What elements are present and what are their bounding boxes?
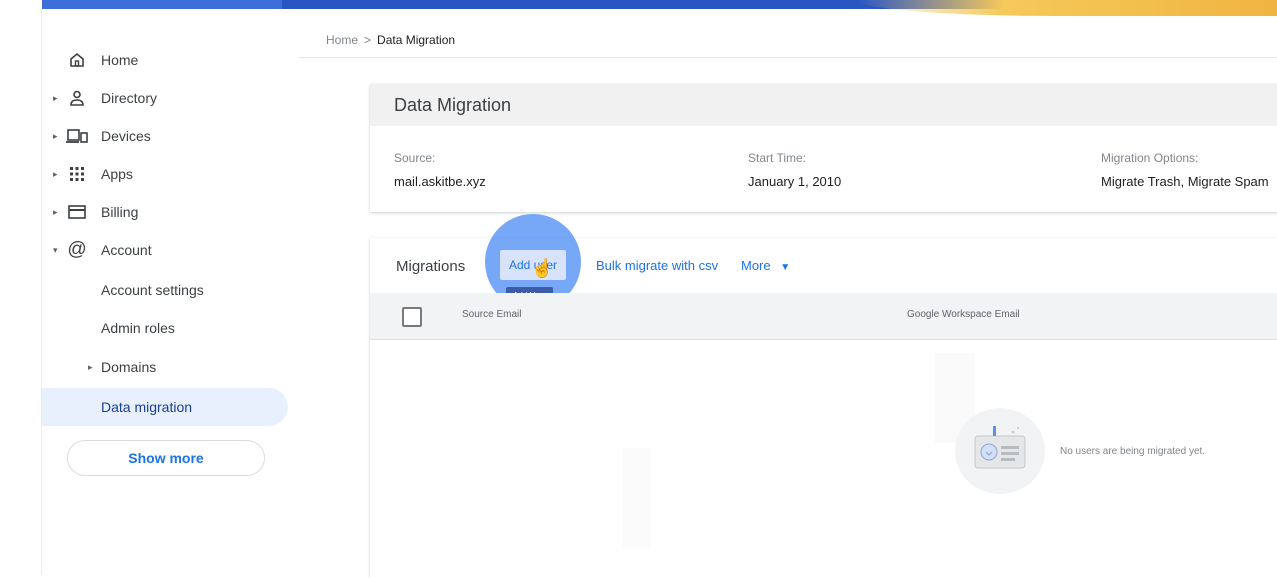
sidebar-item-label: Account bbox=[101, 242, 152, 258]
show-more-button[interactable]: Show more bbox=[67, 440, 265, 476]
source-value: mail.askitbe.xyz bbox=[394, 174, 486, 189]
table-header: Source Email Google Workspace Email bbox=[370, 293, 1277, 340]
migration-options-field: Migration Options: Migrate Trash, Migrat… bbox=[1101, 151, 1269, 189]
breadcrumb-home-link[interactable]: Home bbox=[326, 33, 358, 47]
page-title: Data Migration bbox=[370, 84, 1277, 126]
apps-grid-icon bbox=[66, 163, 88, 185]
empty-state-message: No users are being migrated yet. bbox=[1060, 446, 1206, 457]
more-label: More bbox=[741, 258, 771, 273]
migration-summary-card: Data Migration Source: mail.askitbe.xyz … bbox=[370, 84, 1277, 212]
devices-icon bbox=[66, 125, 88, 147]
breadcrumb-current: Data Migration bbox=[377, 33, 456, 47]
migration-options-value: Migrate Trash, Migrate Spam bbox=[1101, 174, 1269, 189]
sidebar-item-label: Billing bbox=[101, 204, 139, 220]
sidebar-item-billing[interactable]: ▸ Billing bbox=[42, 193, 288, 231]
sidebar-item-directory[interactable]: ▸ Directory bbox=[42, 79, 288, 117]
dropdown-arrow-icon: ▼ bbox=[780, 262, 791, 273]
start-time-value: January 1, 2010 bbox=[748, 174, 842, 189]
empty-state-illustration bbox=[955, 408, 1045, 494]
source-label: Source: bbox=[394, 151, 436, 165]
sidebar-item-label: Admin roles bbox=[101, 320, 175, 336]
top-banner-accent bbox=[857, 0, 1277, 16]
start-time-field: Start Time: January 1, 2010 bbox=[748, 151, 841, 189]
sidebar-item-label: Home bbox=[101, 52, 139, 68]
sidebar-item-data-migration[interactable]: Data migration bbox=[42, 388, 288, 426]
at-sign-icon: @ bbox=[67, 239, 87, 260]
home-icon bbox=[66, 49, 88, 71]
migration-options-label: Migration Options: bbox=[1101, 151, 1199, 165]
sidebar-item-label: Data migration bbox=[101, 399, 193, 415]
sidebar-item-devices[interactable]: ▸ Devices bbox=[42, 117, 288, 155]
sidebar-item-label: Domains bbox=[101, 359, 157, 375]
hand-cursor-icon: ☝ bbox=[531, 258, 554, 278]
expand-arrow-icon[interactable]: ▸ bbox=[88, 362, 96, 373]
expand-arrow-icon[interactable]: ▸ bbox=[53, 207, 61, 218]
migrations-title: Migrations bbox=[396, 258, 466, 275]
source-field: Source: mail.askitbe.xyz bbox=[394, 151, 486, 189]
sidebar-item-label: Account settings bbox=[101, 282, 204, 298]
sidebar-item-label: Devices bbox=[101, 128, 151, 144]
migrations-panel: Migrations Add user ☝ Add User Bulk migr… bbox=[370, 214, 1277, 578]
sidebar-item-label: Apps bbox=[101, 166, 133, 182]
expand-arrow-icon[interactable]: ▸ bbox=[53, 131, 61, 142]
credit-card-icon bbox=[66, 201, 88, 223]
column-header-source-email[interactable]: Source Email bbox=[462, 309, 521, 320]
collapse-arrow-icon[interactable]: ▾ bbox=[53, 245, 61, 256]
id-card-icon bbox=[974, 426, 1026, 469]
breadcrumb: Home > Data Migration bbox=[326, 33, 455, 47]
select-all-checkbox[interactable] bbox=[402, 307, 422, 327]
sidebar-item-admin-roles[interactable]: Admin roles bbox=[42, 309, 288, 347]
sidebar-item-account-settings[interactable]: Account settings bbox=[42, 271, 288, 309]
start-time-label: Start Time: bbox=[748, 151, 807, 165]
divider bbox=[298, 57, 1277, 58]
person-icon bbox=[66, 87, 88, 109]
sidebar-item-home[interactable]: Home bbox=[42, 41, 288, 79]
more-menu-button[interactable]: More ▼ bbox=[741, 258, 790, 273]
sidebar-item-account[interactable]: ▾ @ Account bbox=[42, 231, 288, 269]
background-artifact bbox=[623, 448, 651, 548]
expand-arrow-icon[interactable]: ▸ bbox=[53, 93, 61, 104]
sidebar-item-domains[interactable]: ▸ Domains bbox=[42, 348, 288, 386]
breadcrumb-separator: > bbox=[364, 33, 372, 47]
expand-arrow-icon[interactable]: ▸ bbox=[53, 169, 61, 180]
column-header-workspace-email[interactable]: Google Workspace Email bbox=[907, 309, 1020, 320]
sidebar-item-label: Directory bbox=[101, 90, 158, 106]
bulk-migrate-button[interactable]: Bulk migrate with csv bbox=[596, 258, 718, 273]
sidebar-item-apps[interactable]: ▸ Apps bbox=[42, 155, 288, 193]
top-banner bbox=[42, 0, 1277, 16]
